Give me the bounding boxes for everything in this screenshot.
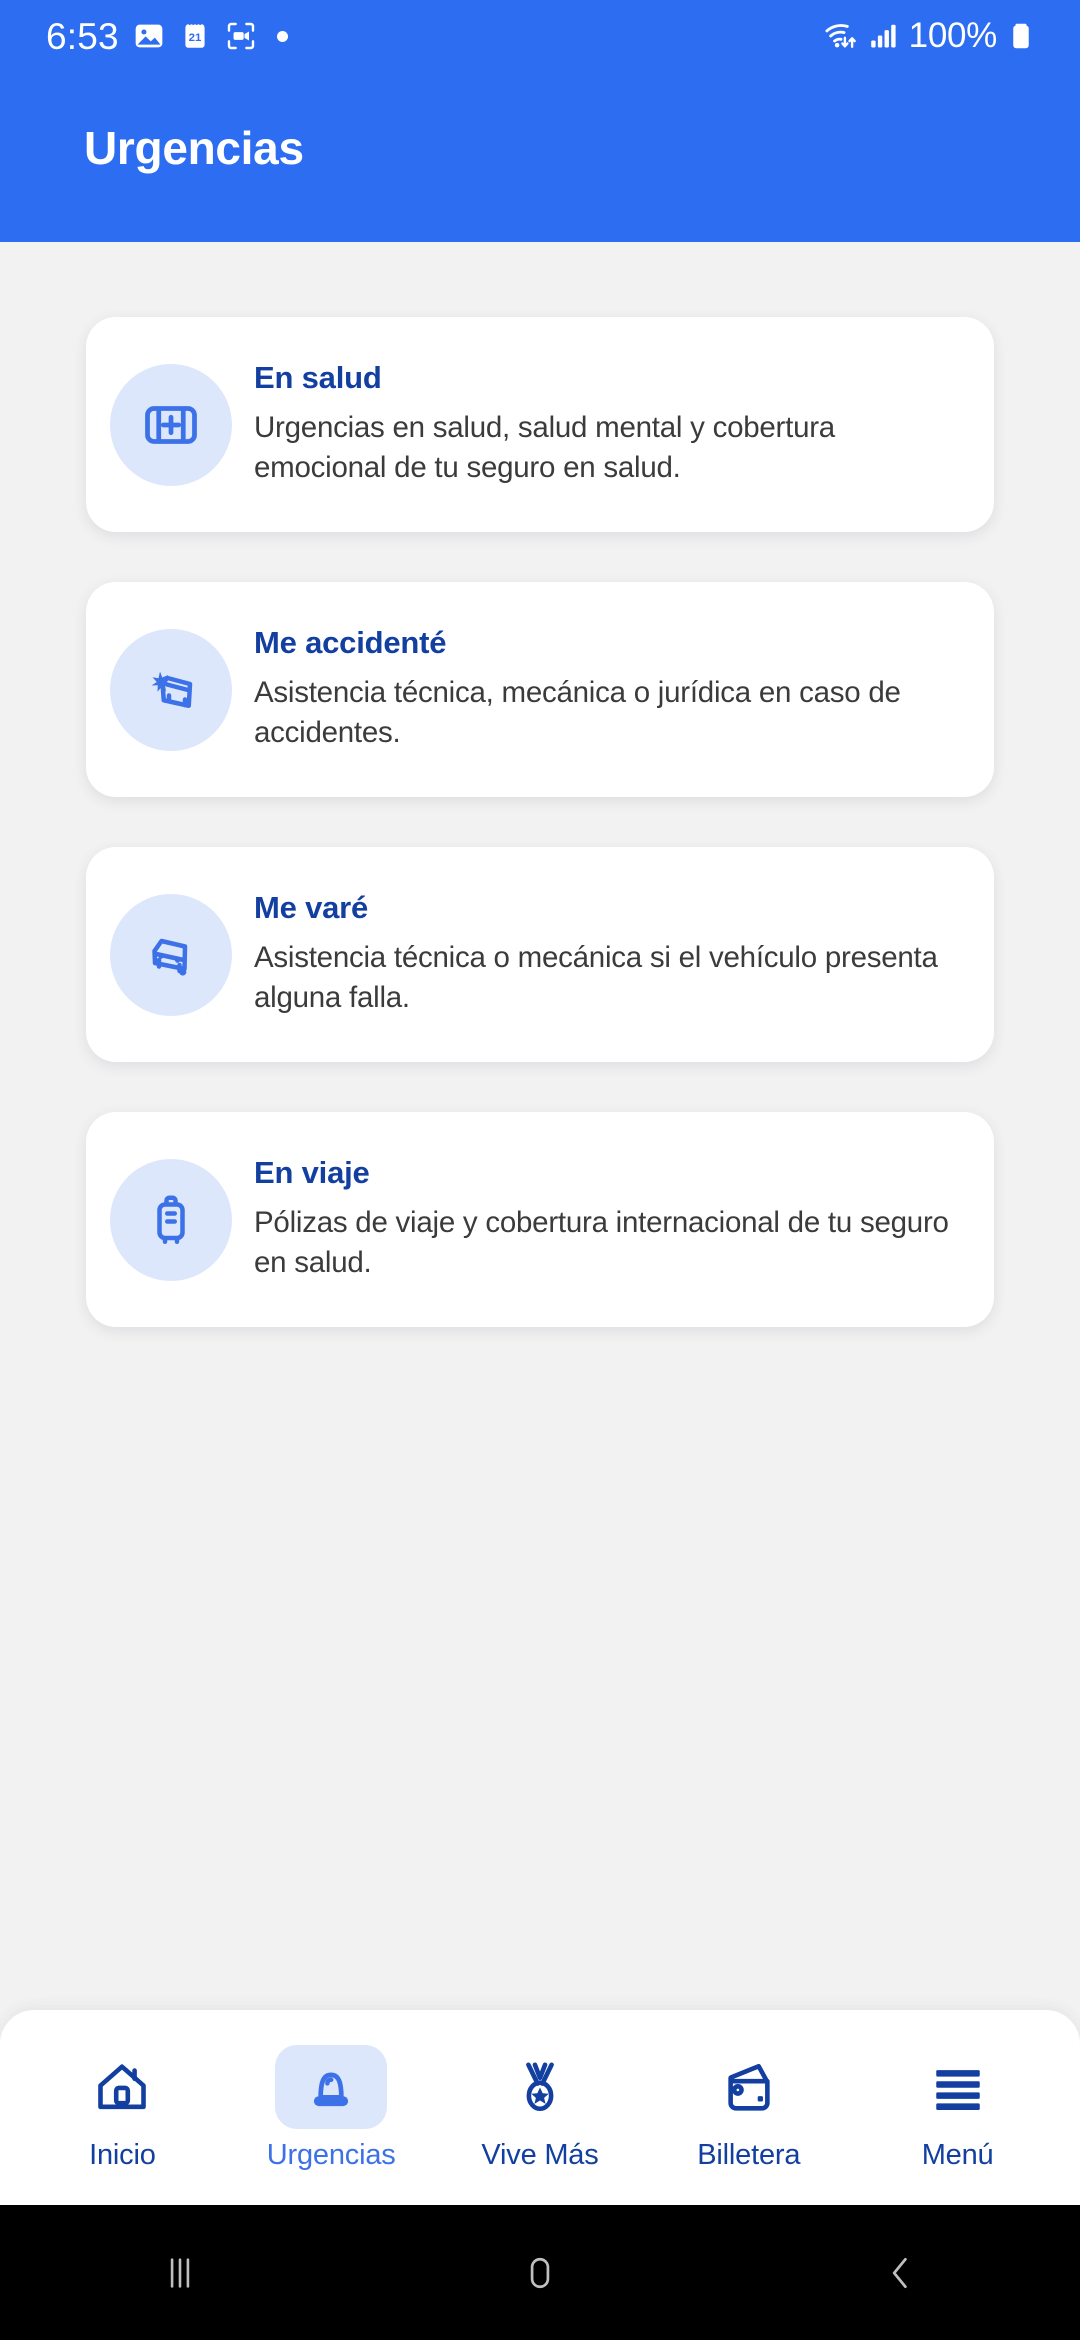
- screen-record-icon: [227, 22, 255, 50]
- nav-item-vive-mas[interactable]: Vive Más: [445, 2045, 635, 2170]
- hamburger-icon: [935, 2070, 980, 2110]
- svg-text:21: 21: [188, 32, 201, 44]
- nav-icon-box: [66, 2045, 178, 2129]
- card-me-accidente[interactable]: Me accidenté Asistencia técnica, mecánic…: [86, 582, 994, 797]
- nav-icon-box: [484, 2045, 596, 2129]
- wifi-icon: [825, 24, 856, 48]
- battery-percentage: 100%: [908, 16, 998, 55]
- image-icon: [135, 24, 163, 48]
- card-title: En salud: [254, 360, 382, 396]
- card-icon-circle: [110, 893, 232, 1016]
- medal-icon: [526, 2062, 554, 2112]
- nav-label: Vive Más: [481, 2139, 599, 2171]
- card-description: Urgencias en salud, salud mental y cober…: [254, 411, 835, 485]
- car-breakdown-icon: [152, 938, 188, 976]
- card-description: Asistencia técnica, mecánica o jurídica …: [254, 676, 901, 750]
- card-title: Me accidenté: [254, 625, 447, 661]
- nav-item-urgencias[interactable]: Urgencias: [236, 2045, 426, 2170]
- nav-item-menu[interactable]: Menú: [863, 2045, 1053, 2170]
- nav-icon-box: [902, 2045, 1014, 2129]
- bottom-navigation-bar: Inicio Urgencias Vive Más Billetera Menú: [0, 2010, 1080, 2205]
- card-title: Me varé: [254, 890, 369, 926]
- card-text: Me accidenté Asistencia técnica, mecánic…: [254, 626, 964, 753]
- home-circle-icon: [530, 2257, 550, 2288]
- card-me-vare[interactable]: Me varé Asistencia técnica o mecánica si…: [86, 847, 994, 1062]
- nav-label: Inicio: [89, 2139, 156, 2171]
- card-en-viaje[interactable]: En viaje Pólizas de viaje y cobertura in…: [86, 1112, 994, 1327]
- suitcase-icon: [157, 1195, 185, 1244]
- first-aid-kit-icon: [145, 405, 197, 444]
- car-crash-icon: [151, 671, 193, 708]
- wallet-icon: [728, 2063, 770, 2111]
- calendar-icon: 21: [185, 24, 205, 48]
- siren-icon: [314, 2072, 349, 2107]
- card-text: En salud Urgencias en salud, salud menta…: [254, 361, 964, 488]
- card-text: Me varé Asistencia técnica o mecánica si…: [254, 891, 964, 1018]
- status-clock: 6:53: [46, 15, 119, 57]
- card-title: En viaje: [254, 1155, 370, 1191]
- nav-label: Billetera: [697, 2139, 801, 2171]
- card-text: En viaje Pólizas de viaje y cobertura in…: [254, 1156, 964, 1283]
- card-en-salud[interactable]: En salud Urgencias en salud, salud menta…: [86, 317, 994, 532]
- urgency-options-list: En salud Urgencias en salud, salud menta…: [0, 317, 1080, 1327]
- android-system-navigation: [0, 2205, 1080, 2340]
- back-icon: [892, 2257, 907, 2288]
- card-description: Asistencia técnica o mecánica si el vehí…: [254, 941, 938, 1015]
- status-bar-left: 6:53 21: [46, 18, 288, 55]
- nav-label: Urgencias: [266, 2139, 396, 2171]
- home-button[interactable]: [450, 2205, 630, 2340]
- nav-item-billetera[interactable]: Billetera: [654, 2045, 844, 2170]
- recents-icon: [170, 2257, 190, 2288]
- nav-icon-box: [693, 2045, 805, 2129]
- nav-item-inicio[interactable]: Inicio: [27, 2045, 217, 2170]
- recents-button[interactable]: [90, 2205, 270, 2340]
- back-button[interactable]: [810, 2205, 990, 2340]
- dot-indicator-icon: [276, 30, 288, 42]
- card-icon-circle: [110, 363, 232, 486]
- card-icon-circle: [110, 1158, 232, 1281]
- card-icon-circle: [110, 628, 232, 751]
- battery-icon: [1013, 23, 1029, 49]
- app-header: 6:53 21 100% Urgencias: [0, 0, 1080, 242]
- cellular-signal-icon: [870, 24, 896, 48]
- status-bar-right: 100%: [823, 16, 1036, 56]
- home-icon: [98, 2064, 147, 2110]
- nav-icon-box-active: [275, 2045, 388, 2129]
- nav-label: Menú: [921, 2139, 994, 2171]
- status-bar: 6:53 21 100%: [0, 0, 1080, 72]
- card-description: Pólizas de viaje y cobertura internacion…: [254, 1206, 949, 1280]
- page-title: Urgencias: [84, 122, 304, 174]
